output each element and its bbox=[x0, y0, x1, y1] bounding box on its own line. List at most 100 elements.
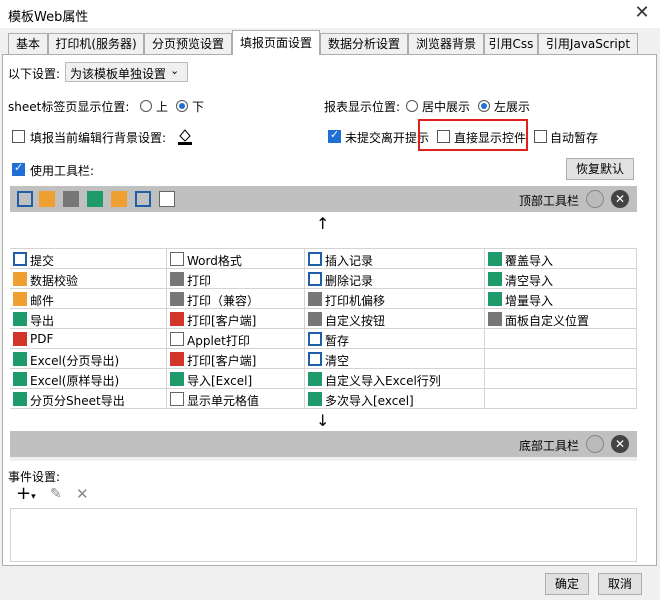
list-item[interactable]: Excel(原样导出) bbox=[10, 369, 167, 389]
blank-icon[interactable] bbox=[159, 191, 175, 207]
printer-icon[interactable] bbox=[63, 191, 79, 207]
list-item[interactable]: 增量导入 bbox=[485, 289, 637, 309]
excel-icon bbox=[308, 392, 322, 406]
pdf-icon bbox=[13, 332, 27, 346]
auto-save-label: 自动暂存 bbox=[550, 131, 599, 145]
delete-row-icon bbox=[308, 272, 322, 286]
printer-icon bbox=[170, 292, 184, 306]
buttons-grid: 提交 Word格式 插入记录 覆盖导入 数据校验 打印 删除记录 清空导入 邮件… bbox=[10, 248, 637, 410]
eraser-icon bbox=[308, 352, 322, 366]
list-item[interactable]: 覆盖导入 bbox=[485, 249, 637, 269]
tab-basic[interactable]: 基本 bbox=[8, 33, 48, 54]
list-item[interactable]: 导入[Excel] bbox=[167, 369, 305, 389]
radio-sheet-top-label: 上 bbox=[156, 100, 169, 114]
tab-page-preview[interactable]: 分页预览设置 bbox=[144, 33, 232, 54]
use-toolbar-label: 使用工具栏: bbox=[30, 164, 95, 178]
apply-select[interactable]: 为该模板单独设置 ⌄ bbox=[65, 62, 188, 82]
close-icon[interactable]: ✕ bbox=[630, 2, 654, 24]
restore-default-button[interactable]: 恢复默认 bbox=[566, 158, 634, 180]
title-bar bbox=[0, 0, 660, 28]
list-item[interactable]: 打印（兼容） bbox=[167, 289, 305, 309]
excel-icon bbox=[13, 392, 27, 406]
list-item[interactable]: Excel(分页导出) bbox=[10, 349, 167, 369]
radio-sheet-bottom[interactable] bbox=[176, 100, 188, 112]
divider bbox=[10, 457, 637, 461]
unsaved-prompt-checkbox[interactable] bbox=[328, 128, 341, 143]
insert-row-icon[interactable] bbox=[135, 191, 151, 207]
list-item[interactable]: PDF bbox=[10, 329, 167, 349]
auto-save-checkbox[interactable] bbox=[534, 130, 547, 143]
move-up-arrow[interactable]: ↑ bbox=[316, 214, 329, 233]
radio-left[interactable] bbox=[478, 100, 490, 112]
use-toolbar-checkbox[interactable] bbox=[12, 161, 25, 176]
close-icon[interactable]: ✕ bbox=[611, 190, 629, 208]
applet-icon bbox=[170, 332, 184, 346]
tab-browser-bg[interactable]: 浏览器背景 bbox=[408, 33, 484, 54]
list-item[interactable]: 打印机偏移 bbox=[305, 289, 485, 309]
list-item[interactable]: 多次导入[excel] bbox=[305, 389, 485, 409]
list-item[interactable]: 打印 bbox=[167, 269, 305, 289]
list-item[interactable]: 分页分Sheet导出 bbox=[10, 389, 167, 409]
excel-icon bbox=[308, 372, 322, 386]
insert-row-icon bbox=[308, 252, 322, 266]
list-item[interactable]: 显示单元格值 bbox=[167, 389, 305, 409]
top-toolbar-icons bbox=[13, 188, 175, 210]
fill-bg-label: 填报当前编辑行背景设置: bbox=[30, 131, 167, 145]
tab-data-analysis[interactable]: 数据分析设置 bbox=[320, 33, 408, 54]
pencil-icon[interactable] bbox=[39, 191, 55, 207]
list-item[interactable]: 暂存 bbox=[305, 329, 485, 349]
radio-sheet-top[interactable] bbox=[140, 100, 152, 112]
paint-bucket-icon[interactable] bbox=[176, 127, 194, 145]
list-item[interactable]: Word格式 bbox=[167, 249, 305, 269]
list-item[interactable]: 删除记录 bbox=[305, 269, 485, 289]
list-item bbox=[485, 389, 637, 409]
tab-fill-page-settings[interactable]: 填报页面设置 bbox=[232, 30, 320, 55]
ok-button[interactable]: 确定 bbox=[545, 573, 589, 595]
list-item[interactable]: 打印[客户端] bbox=[167, 309, 305, 329]
events-list[interactable] bbox=[10, 508, 637, 562]
save-icon[interactable] bbox=[17, 191, 33, 207]
list-item[interactable]: 导出 bbox=[10, 309, 167, 329]
gear-icon[interactable] bbox=[586, 190, 604, 208]
gear-icon bbox=[308, 312, 322, 326]
gear-icon[interactable] bbox=[586, 435, 604, 453]
radio-center[interactable] bbox=[406, 100, 418, 112]
list-item[interactable]: 邮件 bbox=[10, 289, 167, 309]
top-toolbar-label: 顶部工具栏 bbox=[519, 194, 580, 208]
list-item[interactable]: 提交 bbox=[10, 249, 167, 269]
move-icon bbox=[308, 292, 322, 306]
export-icon[interactable] bbox=[87, 191, 103, 207]
pdf-icon bbox=[170, 352, 184, 366]
sheet-position-label: sheet标签页显示位置: bbox=[8, 100, 130, 114]
mail-icon[interactable] bbox=[111, 191, 127, 207]
move-down-arrow[interactable]: ↓ bbox=[316, 411, 329, 430]
pencil-icon bbox=[13, 272, 27, 286]
list-item[interactable]: 面板自定义位置 bbox=[485, 309, 637, 329]
tab-javascript[interactable]: 引用JavaScript bbox=[538, 33, 638, 54]
tab-scroll-right-icon[interactable] bbox=[638, 34, 656, 54]
edit-icon[interactable]: ✎ bbox=[50, 486, 62, 502]
list-item[interactable]: 插入记录 bbox=[305, 249, 485, 269]
list-item bbox=[485, 349, 637, 369]
tab-css[interactable]: 引用Css bbox=[484, 33, 538, 54]
list-item bbox=[485, 369, 637, 389]
list-item[interactable]: 清空导入 bbox=[485, 269, 637, 289]
delete-icon[interactable]: ✕ bbox=[76, 485, 89, 503]
close-icon[interactable]: ✕ bbox=[611, 435, 629, 453]
fill-bg-checkbox[interactable] bbox=[12, 130, 25, 143]
tab-printer-server[interactable]: 打印机(服务器) bbox=[48, 33, 144, 54]
list-item[interactable]: 打印[客户端] bbox=[167, 349, 305, 369]
list-item[interactable]: 自定义按钮 bbox=[305, 309, 485, 329]
list-item[interactable]: 数据校验 bbox=[10, 269, 167, 289]
list-item bbox=[485, 329, 637, 349]
word-icon bbox=[170, 252, 184, 266]
list-item[interactable]: Applet打印 bbox=[167, 329, 305, 349]
excel-icon bbox=[488, 272, 502, 286]
add-icon[interactable]: +▾ bbox=[16, 484, 36, 507]
radio-left-label: 左展示 bbox=[494, 100, 531, 114]
cancel-button[interactable]: 取消 bbox=[598, 573, 642, 595]
list-item[interactable]: 自定义导入Excel行列 bbox=[305, 369, 485, 389]
report-position-label: 报表显示位置: bbox=[324, 100, 401, 114]
save-icon bbox=[13, 252, 27, 266]
list-item[interactable]: 清空 bbox=[305, 349, 485, 369]
